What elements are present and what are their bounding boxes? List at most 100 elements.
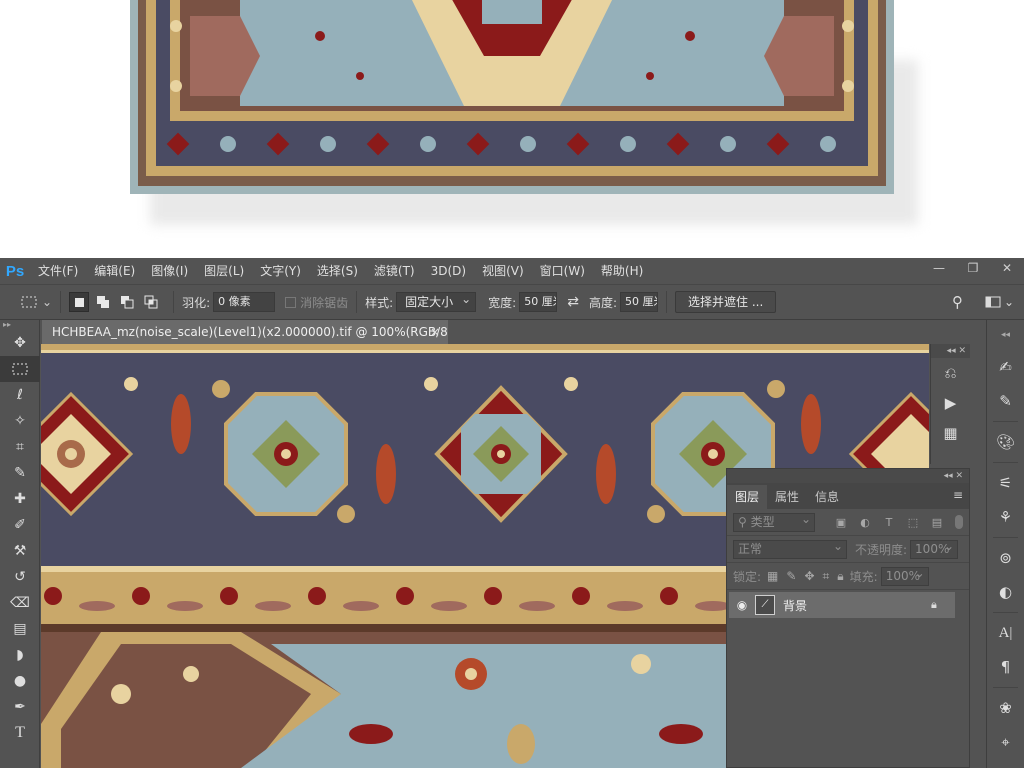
restore-button[interactable]: ❐ xyxy=(956,258,990,278)
character-panel-icon[interactable]: A| xyxy=(987,616,1024,650)
eyedropper-tool-icon[interactable]: ✎ xyxy=(0,460,40,486)
pixel-filter-icon[interactable]: ▣ xyxy=(829,516,853,529)
height-input[interactable]: 50 厘米 xyxy=(620,292,658,312)
mini-panel-header[interactable]: ◂◂ ✕ xyxy=(931,344,970,358)
history-icon[interactable]: ⎌ xyxy=(931,358,970,388)
width-input[interactable]: 50 厘米 xyxy=(519,292,558,312)
crop-tool-icon[interactable]: ⌗ xyxy=(0,434,40,460)
menu-select[interactable]: 选择(S) xyxy=(309,258,366,284)
fill-input[interactable]: 100% xyxy=(880,565,929,586)
layer-filter-row: ⚲ 类型 ▣ ◐ T ⬚ ▤ xyxy=(727,509,969,536)
lock-all-icon[interactable]: 🔒︎ xyxy=(837,569,843,584)
dodge-tool-icon[interactable]: ● xyxy=(0,668,40,694)
lock-position-icon[interactable]: ✥ xyxy=(804,569,814,583)
tab-properties[interactable]: 属性 xyxy=(767,485,807,509)
adjustments-sliders-icon[interactable]: ⚟ xyxy=(987,466,1024,500)
eraser-tool-icon[interactable]: ⌫ xyxy=(0,590,40,616)
menu-file[interactable]: 文件(F) xyxy=(30,258,86,284)
layer-filter-select[interactable]: ⚲ 类型 xyxy=(733,511,815,532)
divider xyxy=(666,291,667,313)
adjustments-icon[interactable]: ◐ xyxy=(987,575,1024,609)
menu-type[interactable]: 文字(Y) xyxy=(252,258,309,284)
style-select[interactable]: 固定大小 xyxy=(396,290,477,312)
move-tool-icon[interactable]: ✥ xyxy=(0,330,40,356)
blur-tool-icon[interactable]: ◗ xyxy=(0,642,40,668)
brush-tool-icon[interactable]: ✐ xyxy=(0,512,40,538)
width-control: 宽度: 50 厘米 xyxy=(488,284,558,320)
lock-artboard-icon[interactable]: ⌗ xyxy=(823,569,830,584)
swatches-grid-icon[interactable]: ▦ xyxy=(931,418,970,448)
swap-dimensions-button[interactable]: ⇄ xyxy=(567,284,579,320)
subtract-selection-button[interactable] xyxy=(117,292,137,312)
menu-view[interactable]: 视图(V) xyxy=(474,258,532,284)
filter-toggle-icon[interactable] xyxy=(955,515,963,529)
panel-collapse-icon[interactable]: ▸▸ xyxy=(0,320,39,330)
marquee-preset-picker[interactable]: ⌄ xyxy=(0,284,52,320)
panel-menu-icon[interactable]: ≡ xyxy=(953,488,963,502)
libraries-icon[interactable]: ⊚ xyxy=(987,541,1024,575)
adjustment-filter-icon[interactable]: ◐ xyxy=(853,516,877,529)
color-palette-icon[interactable]: 🎨︎ xyxy=(987,425,1024,459)
brush-settings-icon[interactable]: ✎ xyxy=(987,384,1024,418)
layers-panel-header[interactable]: ◂◂ ✕ xyxy=(727,469,969,483)
menu-window[interactable]: 窗口(W) xyxy=(532,258,593,284)
healing-brush-tool-icon[interactable]: ✚ xyxy=(0,486,40,512)
dock-collapse-icon[interactable]: ◂◂ xyxy=(987,320,1024,350)
divider xyxy=(356,291,358,313)
paths-icon[interactable]: ⌖ xyxy=(987,725,1024,759)
intersect-selection-button[interactable] xyxy=(141,292,161,312)
tool-presets-icon[interactable]: ⚘ xyxy=(987,500,1024,534)
brush-preset-icon[interactable]: ✍ xyxy=(987,350,1024,384)
paragraph-panel-icon[interactable]: ¶ xyxy=(987,650,1024,684)
menu-edit[interactable]: 编辑(E) xyxy=(86,258,143,284)
actions-play-icon[interactable]: ▶ xyxy=(931,388,970,418)
layer-row-background[interactable]: ◉ ⟋ 背景 🔒︎ xyxy=(729,592,955,618)
marquee-tool-icon[interactable] xyxy=(0,356,40,382)
menu-bar: Ps 文件(F) 编辑(E) 图像(I) 图层(L) 文字(Y) 选择(S) 滤… xyxy=(0,258,1024,284)
add-selection-button[interactable] xyxy=(93,292,113,312)
menu-filter[interactable]: 滤镜(T) xyxy=(366,258,423,284)
fill-label: 填充: xyxy=(849,569,878,584)
close-document-icon[interactable]: × xyxy=(430,320,440,344)
type-filter-icon[interactable]: T xyxy=(877,516,901,529)
pen-tool-icon[interactable]: ✒ xyxy=(0,694,40,720)
blend-mode-select[interactable]: 正常 xyxy=(733,538,847,559)
tab-info[interactable]: 信息 xyxy=(807,485,847,509)
visibility-eye-icon[interactable]: ◉ xyxy=(729,598,755,612)
tab-layers[interactable]: 图层 xyxy=(727,485,768,509)
shape-filter-icon[interactable]: ⬚ xyxy=(901,516,925,529)
tools-panel: ▸▸ ✥ ℓ ✧ ⌗ ✎ ✚ ✐ ⚒ ↺ ⌫ ▤ ◗ ● ✒ T xyxy=(0,320,40,768)
new-selection-button[interactable] xyxy=(69,292,90,312)
close-window-button[interactable]: ✕ xyxy=(990,258,1024,278)
lock-row: 锁定: ▦ ✎ ✥ ⌗ 🔒︎ 填充: 100% xyxy=(727,563,969,590)
lasso-tool-icon[interactable]: ℓ xyxy=(0,382,40,408)
menu-layer[interactable]: 图层(L) xyxy=(196,258,252,284)
clone-stamp-tool-icon[interactable]: ⚒ xyxy=(0,538,40,564)
gradient-tool-icon[interactable]: ▤ xyxy=(0,616,40,642)
right-dock: ◂◂ ✍ ✎ 🎨︎ ⚟ ⚘ ⊚ ◐ A| ¶ ❀ ⌖ xyxy=(986,320,1024,768)
magic-wand-tool-icon[interactable]: ✧ xyxy=(0,408,40,434)
select-and-mask-button[interactable]: 选择并遮住 ... xyxy=(675,291,777,313)
type-tool-icon[interactable]: T xyxy=(0,720,40,746)
feather-input[interactable]: 0 像素 xyxy=(213,292,276,312)
opacity-input[interactable]: 100% xyxy=(910,538,959,559)
minimize-button[interactable]: — xyxy=(922,258,956,278)
menu-help[interactable]: 帮助(H) xyxy=(593,258,651,284)
history-brush-tool-icon[interactable]: ↺ xyxy=(0,564,40,590)
layer-thumbnail: ⟋ xyxy=(755,595,775,615)
search-button[interactable]: ⚲ xyxy=(952,284,963,320)
document-tab[interactable]: HCHBEAA_mz(noise_scale)(Level1)(x2.00000… xyxy=(42,320,448,344)
workspace-switcher[interactable]: ⌄ xyxy=(985,284,1014,320)
menu-image[interactable]: 图像(I) xyxy=(143,258,196,284)
menu-3d[interactable]: 3D(D) xyxy=(423,258,474,284)
smart-object-filter-icon[interactable]: ▤ xyxy=(925,516,949,529)
antialias-checkbox[interactable] xyxy=(285,296,297,308)
divider xyxy=(993,612,1018,613)
product-preview xyxy=(0,0,1024,258)
lock-transparency-icon[interactable]: ▦ xyxy=(767,569,778,583)
channels-icon[interactable]: ❀ xyxy=(987,691,1024,725)
feather-label: 羽化: xyxy=(182,295,211,310)
add-selection-icon xyxy=(97,296,110,308)
lock-pixels-icon[interactable]: ✎ xyxy=(786,569,796,583)
layers-panel: ◂◂ ✕ 图层 属性 信息 ≡ ⚲ 类型 ▣ ◐ T ⬚ ▤ 正常 不透明度: … xyxy=(726,468,970,768)
